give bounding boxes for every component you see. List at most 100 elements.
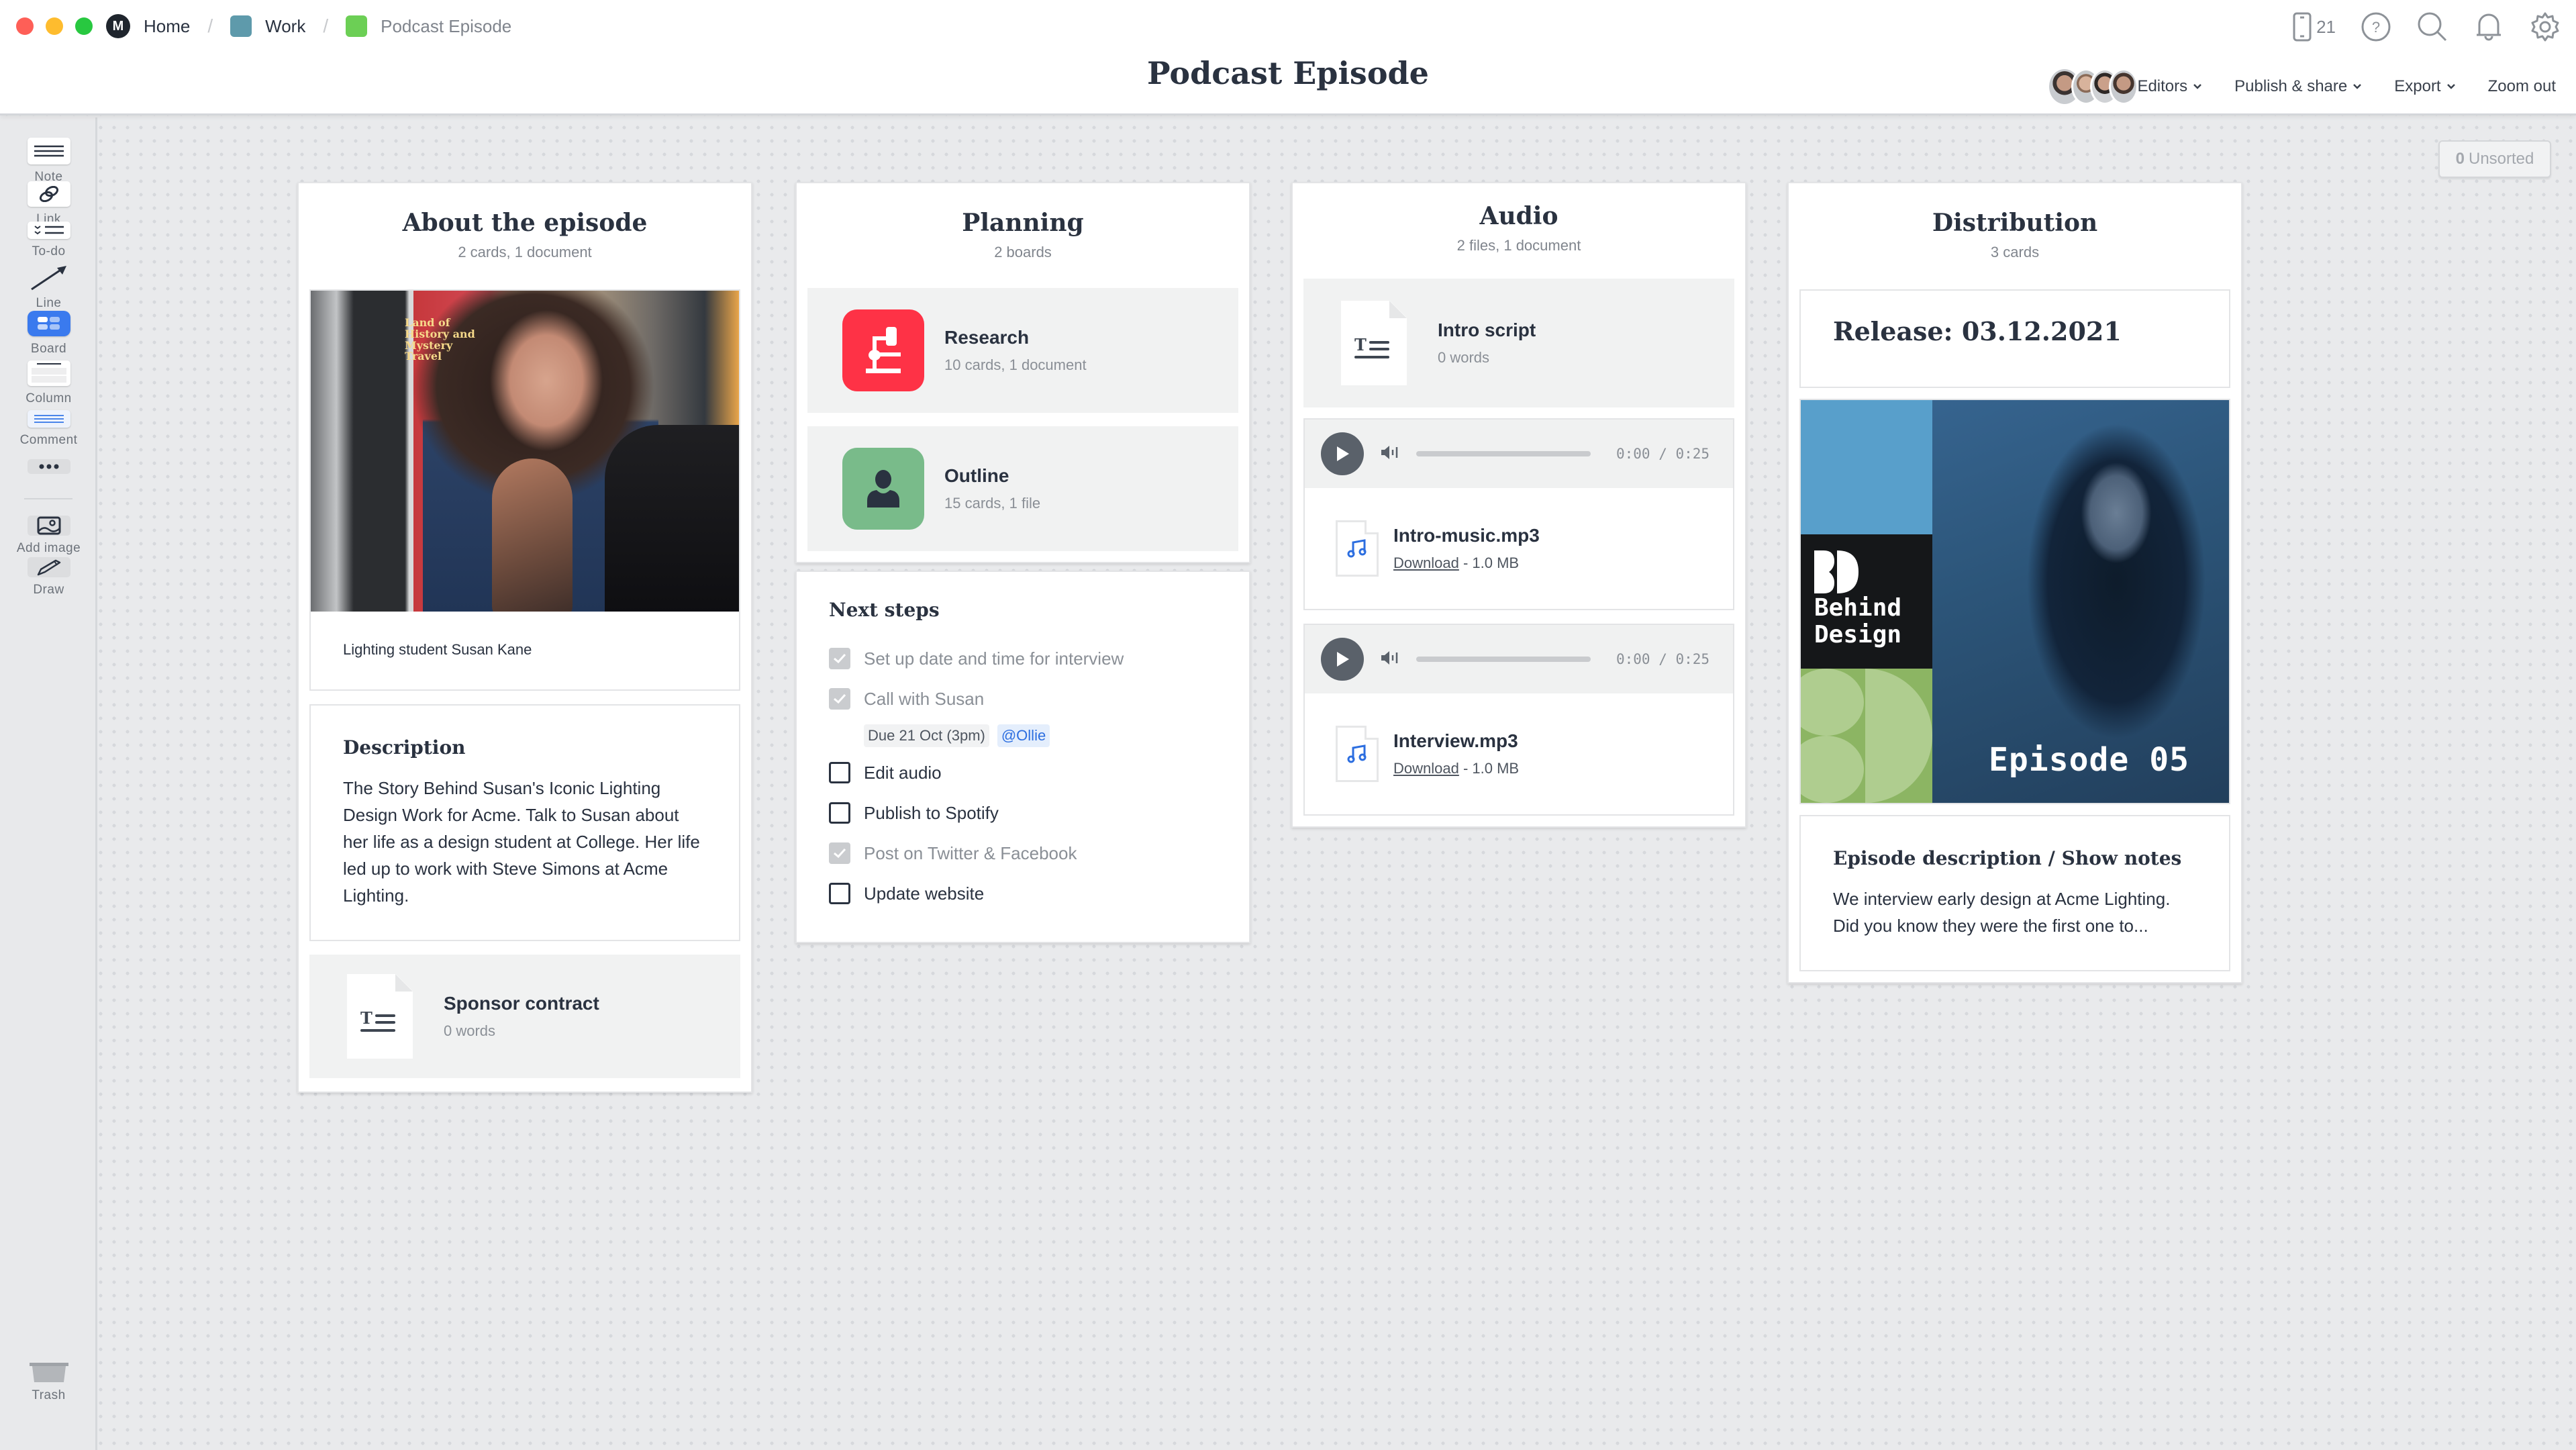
volume-button[interactable]: [1380, 444, 1400, 465]
show-notes-card[interactable]: Episode description / Show notes We inte…: [1799, 815, 2230, 971]
column-about-the-episode[interactable]: About the episode 2 cards, 1 document La…: [297, 182, 752, 1093]
release-date-card[interactable]: Release: 03.12.2021: [1799, 289, 2230, 388]
todo-item[interactable]: Publish to Spotify: [829, 793, 1217, 833]
editors-menu[interactable]: Editors: [2047, 67, 2202, 106]
audio-time: 0:00 / 0:25: [1616, 651, 1710, 667]
svg-text:T: T: [1354, 336, 1367, 354]
todo-item[interactable]: Call with Susan: [829, 679, 1217, 719]
publish-share-menu[interactable]: Publish & share: [2234, 77, 2362, 96]
tool-column[interactable]: Column: [0, 360, 97, 406]
tool-link[interactable]: Link: [0, 181, 97, 227]
todo-item[interactable]: Edit audio: [829, 753, 1217, 793]
export-menu[interactable]: Export: [2394, 77, 2455, 96]
checkbox-checked[interactable]: [829, 842, 850, 864]
zoom-out-label: Zoom out: [2487, 77, 2556, 95]
minimize-window-button[interactable]: [46, 17, 63, 35]
todo-item[interactable]: Post on Twitter & Facebook: [829, 833, 1217, 873]
unsorted-label: Unsorted: [2468, 150, 2534, 168]
close-window-button[interactable]: [16, 17, 34, 35]
settings-button[interactable]: [2529, 11, 2561, 43]
breadcrumb-separator: /: [207, 15, 213, 36]
breadcrumb-label: Podcast Episode: [381, 15, 512, 36]
board-title: Outline: [944, 465, 1009, 486]
checkbox-unchecked[interactable]: [829, 883, 850, 904]
board-card-research[interactable]: Research 10 cards, 1 document: [807, 288, 1238, 413]
mobile-devices-button[interactable]: 21: [2292, 11, 2336, 42]
tool-more[interactable]: [0, 459, 97, 474]
cover-art-card[interactable]: Behind Design Episode 05: [1799, 399, 2230, 804]
tool-todo[interactable]: To-do: [0, 222, 97, 259]
checkbox-unchecked[interactable]: [829, 762, 850, 783]
column-title[interactable]: Planning: [797, 209, 1249, 237]
board-color-icon: [230, 15, 252, 37]
due-date-badge[interactable]: Due 21 Oct (3pm): [864, 724, 989, 747]
search-button[interactable]: [2416, 11, 2448, 43]
tool-trash[interactable]: Trash: [0, 1363, 97, 1403]
volume-icon: [1381, 445, 1398, 459]
download-link[interactable]: Download: [1393, 554, 1459, 571]
tool-sidebar: Note Link To-do Line Board Column Commen…: [0, 117, 97, 1450]
todo-item[interactable]: Set up date and time for interview: [829, 638, 1217, 679]
checkbox-checked[interactable]: [829, 648, 850, 669]
column-title[interactable]: Distribution: [1789, 209, 2241, 237]
play-icon: [1337, 446, 1349, 461]
document-meta: 0 words: [1438, 349, 1490, 366]
todo-text: Call with Susan: [864, 688, 985, 709]
chevron-down-icon: [2193, 84, 2202, 89]
document-icon: T: [1341, 301, 1407, 385]
checkbox-unchecked[interactable]: [829, 802, 850, 824]
play-button[interactable]: [1321, 638, 1364, 681]
column-header: About the episode 2 cards, 1 document: [299, 183, 751, 289]
tool-label: Add image: [16, 541, 81, 555]
cover-blue-block: [1801, 400, 1932, 534]
tool-note[interactable]: Note: [0, 138, 97, 185]
document-card-sponsor-contract[interactable]: T Sponsor contract 0 words: [309, 955, 740, 1078]
column-subtitle: 3 cards: [1990, 244, 2040, 260]
notifications-button[interactable]: [2473, 11, 2505, 43]
column-title[interactable]: Audio: [1293, 202, 1745, 230]
help-button[interactable]: ?: [2360, 11, 2392, 43]
file-info: Intro-music.mp3 Download - 1.0 MB: [1305, 488, 1733, 609]
file-name: Intro-music.mp3: [1393, 525, 1540, 546]
tattoo-arm: [492, 458, 573, 612]
column-distribution[interactable]: Distribution 3 cards Release: 03.12.2021…: [1787, 182, 2242, 983]
volume-button[interactable]: [1380, 649, 1400, 670]
board-card-outline[interactable]: Outline 15 cards, 1 file: [807, 426, 1238, 551]
music-file-icon: [1336, 726, 1379, 782]
breadcrumb-home[interactable]: M Home: [106, 14, 190, 38]
tool-add-image[interactable]: Add image: [0, 516, 97, 556]
breadcrumb-podcast-episode[interactable]: Podcast Episode: [346, 15, 511, 37]
audio-progress-slider[interactable]: [1416, 657, 1591, 662]
breadcrumb-work[interactable]: Work: [230, 15, 305, 37]
document-card-intro-script[interactable]: T Intro script 0 words: [1303, 279, 1734, 407]
tool-board[interactable]: Board: [0, 311, 97, 356]
column-planning[interactable]: Planning 2 boards Research 10 cards, 1 d…: [795, 182, 1250, 563]
checkbox-checked[interactable]: [829, 688, 850, 710]
mention-badge[interactable]: @Ollie: [997, 724, 1050, 747]
todo-item[interactable]: Update website: [829, 873, 1217, 914]
tool-line[interactable]: Line: [0, 264, 97, 311]
zoom-out-button[interactable]: Zoom out: [2488, 77, 2556, 96]
audio-file-card[interactable]: 0:00 / 0:25 Intro-music.mp3 Download - 1…: [1303, 418, 1734, 610]
column-title[interactable]: About the episode: [299, 209, 751, 237]
image-card[interactable]: Land of History and Mystery Travel Light…: [309, 289, 740, 691]
column-audio[interactable]: Audio 2 files, 1 document T Intro script…: [1291, 182, 1746, 828]
search-icon: [2418, 12, 2447, 42]
breadcrumb-label: Work: [265, 15, 306, 36]
tool-comment[interactable]: Comment: [0, 410, 97, 448]
image-icon: [27, 516, 70, 536]
audio-progress-slider[interactable]: [1416, 451, 1591, 456]
play-button[interactable]: [1321, 432, 1364, 475]
trash-icon: [29, 1363, 68, 1382]
sidebar-divider: [24, 498, 72, 499]
todo-list-card[interactable]: Next steps Set up date and time for inte…: [795, 571, 1250, 943]
maximize-window-button[interactable]: [75, 17, 93, 35]
tool-label: Draw: [33, 583, 64, 597]
tool-draw[interactable]: Draw: [0, 557, 97, 597]
description-card[interactable]: Description The Story Behind Susan's Ico…: [309, 704, 740, 941]
image-caption: Lighting student Susan Kane: [343, 641, 532, 658]
chevron-down-icon: [2353, 84, 2362, 89]
unsorted-button[interactable]: 0 Unsorted: [2438, 140, 2551, 178]
download-link[interactable]: Download: [1393, 760, 1459, 777]
audio-file-card[interactable]: 0:00 / 0:25 Interview.mp3 Download - 1.0…: [1303, 624, 1734, 816]
